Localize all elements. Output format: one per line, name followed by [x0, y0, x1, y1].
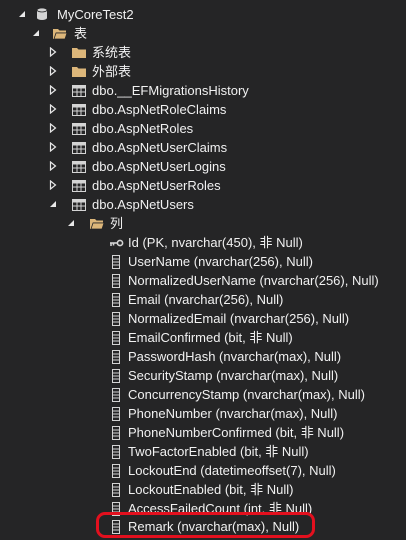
column-label: TwoFactorEnabled (bit, 非 Null) — [128, 444, 309, 459]
tree-node-column[interactable]: AccessFailedCount (int, 非 Null) — [0, 499, 406, 518]
folder-icon — [71, 45, 87, 61]
column-icon — [108, 463, 124, 479]
tree-node-column[interactable]: UserName (nvarchar(256), Null) — [0, 252, 406, 271]
collapsed-triangle-icon[interactable] — [48, 123, 58, 133]
folder-open-icon — [89, 216, 105, 232]
column-icon — [108, 368, 124, 384]
database-icon — [34, 6, 50, 22]
column-label: SecurityStamp (nvarchar(max), Null) — [128, 368, 339, 383]
tree-node-table[interactable]: dbo.AspNetRoleClaims — [0, 100, 406, 119]
tree-node-column[interactable]: PasswordHash (nvarchar(max), Null) — [0, 347, 406, 366]
collapsed-triangle-icon[interactable] — [48, 180, 58, 190]
column-icon — [108, 311, 124, 327]
column-icon — [108, 406, 124, 422]
column-icon — [108, 254, 124, 270]
column-label: PhoneNumberConfirmed (bit, 非 Null) — [128, 425, 345, 440]
table-icon — [71, 83, 87, 99]
table-label: dbo.AspNetUserRoles — [92, 178, 221, 193]
collapsed-triangle-icon[interactable] — [48, 85, 58, 95]
column-label: AccessFailedCount (int, 非 Null) — [128, 501, 313, 516]
table-label: dbo.AspNetRoleClaims — [92, 102, 227, 117]
table-icon — [71, 159, 87, 175]
system-tables-label: 系统表 — [92, 45, 132, 60]
column-label: Id (PK, nvarchar(450), 非 Null) — [128, 235, 303, 250]
tree-node-table[interactable]: dbo.AspNetUserClaims — [0, 138, 406, 157]
tree-node-column[interactable]: Email (nvarchar(256), Null) — [0, 290, 406, 309]
column-label: NormalizedEmail (nvarchar(256), Null) — [128, 311, 350, 326]
table-icon — [71, 178, 87, 194]
column-icon — [108, 330, 124, 346]
collapsed-triangle-icon[interactable] — [48, 161, 58, 171]
column-label: LockoutEnabled (bit, 非 Null) — [128, 482, 294, 497]
tables-folder-label: 表 — [74, 26, 88, 41]
tree-node-table[interactable]: dbo.AspNetRoles — [0, 119, 406, 138]
folder-icon — [71, 64, 87, 80]
column-label: PasswordHash (nvarchar(max), Null) — [128, 349, 342, 364]
tree-node-external-tables[interactable]: 外部表 — [0, 62, 406, 81]
column-label: EmailConfirmed (bit, 非 Null) — [128, 330, 293, 345]
column-label: UserName (nvarchar(256), Null) — [128, 254, 313, 269]
column-label: LockoutEnd (datetimeoffset(7), Null) — [128, 463, 336, 478]
table-icon — [71, 197, 87, 213]
object-explorer-tree: MyCoreTest2 表 系统表 外部表 dbo.__EFMigrations… — [0, 0, 406, 540]
table-label: dbo.AspNetRoles — [92, 121, 194, 136]
tree-node-table[interactable]: dbo.AspNetUserLogins — [0, 157, 406, 176]
tree-node-column[interactable]: LockoutEnabled (bit, 非 Null) — [0, 480, 406, 499]
tree-node-column[interactable]: LockoutEnd (datetimeoffset(7), Null) — [0, 461, 406, 480]
tree-node-column[interactable]: PhoneNumberConfirmed (bit, 非 Null) — [0, 423, 406, 442]
column-label: ConcurrencyStamp (nvarchar(max), Null) — [128, 387, 365, 402]
folder-open-icon — [52, 26, 68, 42]
tree-node-column[interactable]: PhoneNumber (nvarchar(max), Null) — [0, 404, 406, 423]
column-label: Remark (nvarchar(max), Null) — [128, 519, 300, 534]
collapsed-triangle-icon[interactable] — [48, 66, 58, 76]
table-icon — [71, 121, 87, 137]
column-label: PhoneNumber (nvarchar(max), Null) — [128, 406, 338, 421]
tree-node-table-expanded[interactable]: dbo.AspNetUsers — [0, 195, 406, 214]
table-label: dbo.AspNetUserClaims — [92, 140, 228, 155]
expanded-triangle-icon[interactable] — [48, 199, 58, 209]
tree-node-column[interactable]: Id (PK, nvarchar(450), 非 Null) — [0, 233, 406, 252]
expanded-triangle-icon[interactable] — [17, 9, 27, 19]
columns-folder-label: 列 — [110, 216, 124, 231]
external-tables-label: 外部表 — [92, 64, 132, 79]
collapsed-triangle-icon[interactable] — [48, 104, 58, 114]
column-icon — [108, 387, 124, 403]
key-icon — [108, 235, 124, 251]
column-icon — [108, 273, 124, 289]
tree-node-column[interactable]: NormalizedEmail (nvarchar(256), Null) — [0, 309, 406, 328]
table-label: dbo.AspNetUsers — [92, 197, 194, 212]
tree-node-column[interactable]: SecurityStamp (nvarchar(max), Null) — [0, 366, 406, 385]
column-icon — [108, 444, 124, 460]
tree-node-column[interactable]: NormalizedUserName (nvarchar(256), Null) — [0, 271, 406, 290]
tree-node-system-tables[interactable]: 系统表 — [0, 43, 406, 62]
tree-node-database[interactable]: MyCoreTest2 — [0, 5, 406, 24]
tree-node-tables-folder[interactable]: 表 — [0, 24, 406, 43]
table-icon — [71, 102, 87, 118]
expanded-triangle-icon[interactable] — [66, 218, 76, 228]
column-label: NormalizedUserName (nvarchar(256), Null) — [128, 273, 379, 288]
column-label: Email (nvarchar(256), Null) — [128, 292, 284, 307]
tree-node-table[interactable]: dbo.__EFMigrationsHistory — [0, 81, 406, 100]
tree-node-column[interactable]: ConcurrencyStamp (nvarchar(max), Null) — [0, 385, 406, 404]
column-icon — [108, 425, 124, 441]
tree-node-column-remark[interactable]: Remark (nvarchar(max), Null) — [0, 517, 406, 536]
table-label: dbo.__EFMigrationsHistory — [92, 83, 249, 98]
tree-node-table[interactable]: dbo.AspNetUserRoles — [0, 176, 406, 195]
tree-node-column[interactable]: EmailConfirmed (bit, 非 Null) — [0, 328, 406, 347]
database-label: MyCoreTest2 — [57, 7, 134, 22]
tree-node-column[interactable]: TwoFactorEnabled (bit, 非 Null) — [0, 442, 406, 461]
table-icon — [71, 140, 87, 156]
column-icon — [108, 519, 124, 535]
tree-node-columns-folder[interactable]: 列 — [0, 214, 406, 233]
collapsed-triangle-icon[interactable] — [48, 142, 58, 152]
column-icon — [108, 292, 124, 308]
collapsed-triangle-icon[interactable] — [48, 47, 58, 57]
column-icon — [108, 482, 124, 498]
expanded-triangle-icon[interactable] — [31, 28, 41, 38]
column-icon — [108, 501, 124, 517]
table-label: dbo.AspNetUserLogins — [92, 159, 226, 174]
column-icon — [108, 349, 124, 365]
